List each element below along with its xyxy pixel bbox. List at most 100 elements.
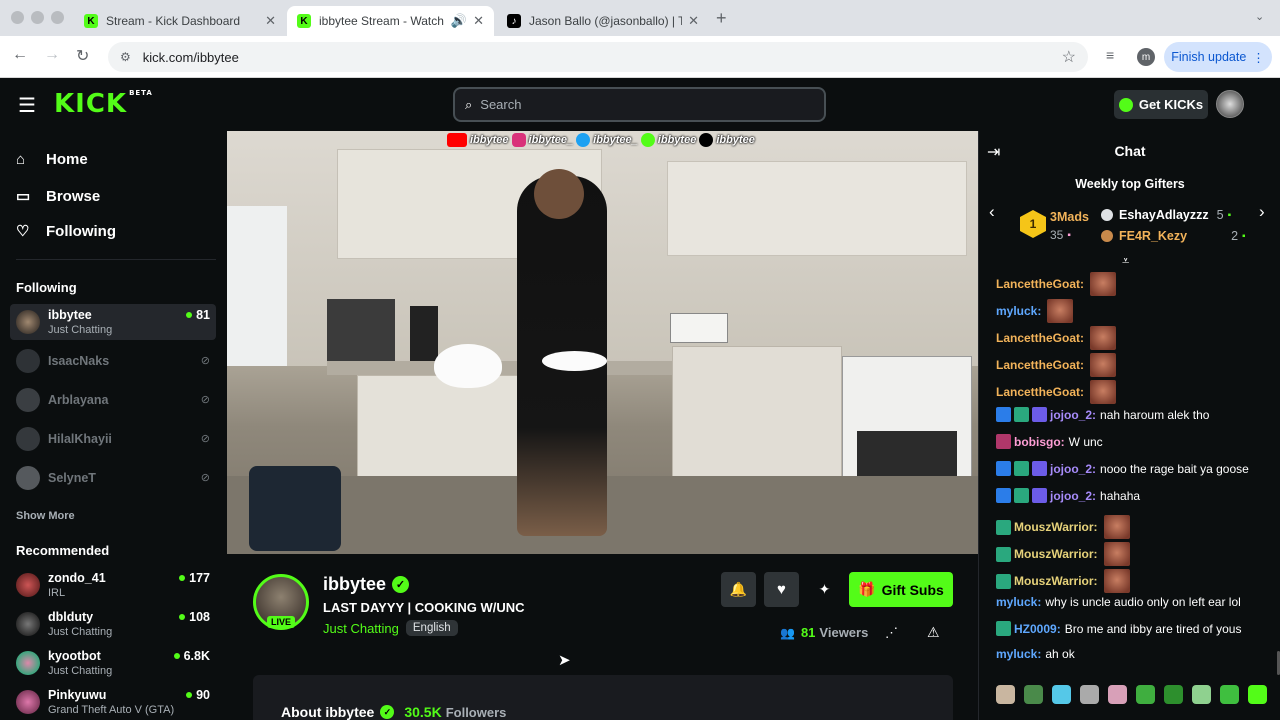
chat-username[interactable]: myluck: xyxy=(996,304,1041,318)
video-player[interactable]: ibbytee ibbytee_ ibbytee_ ibbytee ibbyte… xyxy=(227,131,978,554)
chat-username[interactable]: myluck: xyxy=(996,595,1041,609)
notification-bell-button[interactable]: 🔔 xyxy=(721,572,756,607)
chat-username[interactable]: MouszWarrior: xyxy=(1014,520,1098,534)
kick-logo[interactable]: KICK BETA xyxy=(54,89,153,119)
window-minimize-button[interactable] xyxy=(31,11,44,24)
chat-username[interactable]: myluck: xyxy=(996,647,1041,661)
chat-badge-icon[interactable] xyxy=(1014,407,1029,422)
pinned-toggle-icon[interactable]: ⩡ xyxy=(1122,253,1129,269)
sidebar-channel-ibbytee[interactable]: ibbytee Just Chatting 81 xyxy=(10,304,216,340)
reload-icon[interactable]: ↻ xyxy=(76,46,89,66)
window-close-button[interactable] xyxy=(11,11,24,24)
chat-username[interactable]: jojoo_2: xyxy=(1050,462,1096,476)
chat-username[interactable]: MouszWarrior: xyxy=(1014,574,1098,588)
chat-badge-icon[interactable] xyxy=(996,407,1011,422)
emote-picker-item[interactable] xyxy=(1192,685,1211,704)
chat-badge-icon[interactable] xyxy=(996,434,1011,449)
user-avatar[interactable] xyxy=(1216,90,1244,118)
nav-following[interactable]: ♡ Following xyxy=(16,222,116,241)
follow-button[interactable]: ♥ xyxy=(764,572,799,607)
gifters-prev-chevron-icon[interactable]: ‹ xyxy=(989,202,995,222)
reading-list-icon[interactable]: ≡ xyxy=(1106,47,1114,63)
stream-category-link[interactable]: Just Chatting xyxy=(323,621,399,636)
sidebar-channel-zondo[interactable]: zondo_41 IRL 177 xyxy=(10,567,216,603)
chat-badge-icon[interactable] xyxy=(1014,488,1029,503)
gifter-row[interactable]: FE4R_Kezy 2 ▪ xyxy=(1101,229,1246,243)
chat-emote[interactable] xyxy=(1090,272,1117,296)
sidebar-channel-arblayana[interactable]: Arblayana ⊘ xyxy=(10,382,216,418)
tab-close-icon[interactable]: ✕ xyxy=(473,13,484,29)
chat-emote[interactable] xyxy=(1103,569,1130,593)
nav-home[interactable]: ⌂ Home xyxy=(16,151,88,168)
emote-picker-item[interactable] xyxy=(1136,685,1155,704)
back-arrow-icon[interactable]: ← xyxy=(12,46,28,64)
sidebar-channel-selynet[interactable]: SelyneT ⊘ xyxy=(10,460,216,496)
chat-badge-icon[interactable] xyxy=(996,546,1011,562)
chat-username[interactable]: jojoo_2: xyxy=(1050,408,1096,422)
sidebar-channel-isaacnaks[interactable]: IsaacNaks ⊘ xyxy=(10,343,216,379)
emote-picker-item[interactable] xyxy=(1220,685,1239,704)
chat-emote[interactable] xyxy=(1090,353,1117,377)
nav-browse[interactable]: ▭ Browse xyxy=(16,187,100,206)
tab-close-icon[interactable]: ✕ xyxy=(265,13,276,29)
chat-username[interactable]: MouszWarrior: xyxy=(1014,547,1098,561)
chat-badge-icon[interactable] xyxy=(1014,461,1029,476)
chat-username[interactable]: LancettheGoat: xyxy=(996,331,1084,345)
chat-emote[interactable] xyxy=(1090,326,1117,350)
profile-avatar[interactable]: m xyxy=(1137,48,1155,66)
share-icon[interactable]: ⋰ xyxy=(885,625,898,641)
browser-tab-ibbytee-stream[interactable]: K ibbytee Stream - Watch Li 🔊 ✕ xyxy=(287,6,494,36)
chat-emote[interactable] xyxy=(1103,542,1130,566)
chat-emote[interactable] xyxy=(1103,515,1130,539)
finish-update-button[interactable]: Finish update ⋮ xyxy=(1164,42,1272,72)
new-tab-plus-icon[interactable]: + xyxy=(716,8,727,29)
sidebar-channel-dblduty[interactable]: dblduty Just Chatting 108 xyxy=(10,606,216,642)
top-gifter-name[interactable]: 3Mads xyxy=(1050,210,1089,224)
streamer-name[interactable]: ibbytee xyxy=(323,574,386,595)
site-info-icon[interactable]: ⚙ xyxy=(120,50,131,64)
emote-picker-item[interactable] xyxy=(996,685,1015,704)
emote-picker-item[interactable] xyxy=(1024,685,1043,704)
bookmark-star-icon[interactable]: ☆ xyxy=(1062,47,1076,67)
window-zoom-button[interactable] xyxy=(51,11,64,24)
forward-arrow-icon[interactable]: → xyxy=(44,46,60,64)
browser-tab-tiktok[interactable]: ♪ Jason Ballo (@jasonballo) | Ti ✕ xyxy=(497,6,709,36)
chat-badge-icon[interactable] xyxy=(1032,461,1047,476)
gift-subs-button[interactable]: 🎁 Gift Subs xyxy=(849,572,953,607)
sparkle-button[interactable]: ✦ xyxy=(807,572,842,607)
gifter-row[interactable]: EshayAdlayzzz 5 ▪ xyxy=(1101,208,1231,222)
emote-picker-item[interactable] xyxy=(1248,685,1267,704)
chat-emote[interactable] xyxy=(1090,380,1117,404)
tab-search-chevron-icon[interactable]: ⌄ xyxy=(1255,10,1264,23)
chat-emote[interactable] xyxy=(1047,299,1074,323)
chat-badge-icon[interactable] xyxy=(1032,488,1047,503)
chat-username[interactable]: LancettheGoat: xyxy=(996,277,1084,291)
chat-badge-icon[interactable] xyxy=(996,573,1011,589)
chat-badge-icon[interactable] xyxy=(996,488,1011,503)
hamburger-menu-icon[interactable]: ☰ xyxy=(18,93,36,118)
sidebar-channel-kyootbot[interactable]: kyootbot Just Chatting 6.8K xyxy=(10,645,216,681)
sidebar-channel-hilalkhayii[interactable]: HilalKhayii ⊘ xyxy=(10,421,216,457)
chat-username[interactable]: HZ0009: xyxy=(1014,622,1061,636)
emote-picker-item[interactable] xyxy=(1164,685,1183,704)
speaker-icon[interactable]: 🔊 xyxy=(451,13,467,29)
chat-badge-icon[interactable] xyxy=(1032,407,1047,422)
emote-picker-item[interactable] xyxy=(1080,685,1099,704)
chat-badge-icon[interactable] xyxy=(996,461,1011,476)
emote-picker-item[interactable] xyxy=(1108,685,1127,704)
chat-username[interactable]: LancettheGoat: xyxy=(996,385,1084,399)
gifters-next-chevron-icon[interactable]: › xyxy=(1259,202,1265,222)
search-input[interactable]: ⌕ Search xyxy=(453,87,826,122)
address-bar[interactable]: ⚙ kick.com/ibbytee ☆ xyxy=(108,42,1088,72)
chat-username[interactable]: jojoo_2: xyxy=(1050,489,1096,503)
tab-close-icon[interactable]: ✕ xyxy=(688,13,699,29)
browser-tab-kick-dashboard[interactable]: K Stream - Kick Dashboard ✕ xyxy=(74,6,286,36)
chat-badge-icon[interactable] xyxy=(996,621,1011,636)
sidebar-channel-pinkyuwu[interactable]: Pinkyuwu Grand Theft Auto V (GTA) 90 xyxy=(10,684,216,720)
emote-picker-item[interactable] xyxy=(1052,685,1071,704)
chat-badge-icon[interactable] xyxy=(996,519,1011,535)
language-tag[interactable]: English xyxy=(405,620,458,636)
report-warning-icon[interactable]: ⚠ xyxy=(927,624,940,641)
chat-username[interactable]: LancettheGoat: xyxy=(996,358,1084,372)
chat-username[interactable]: bobisgo: xyxy=(1014,435,1065,449)
